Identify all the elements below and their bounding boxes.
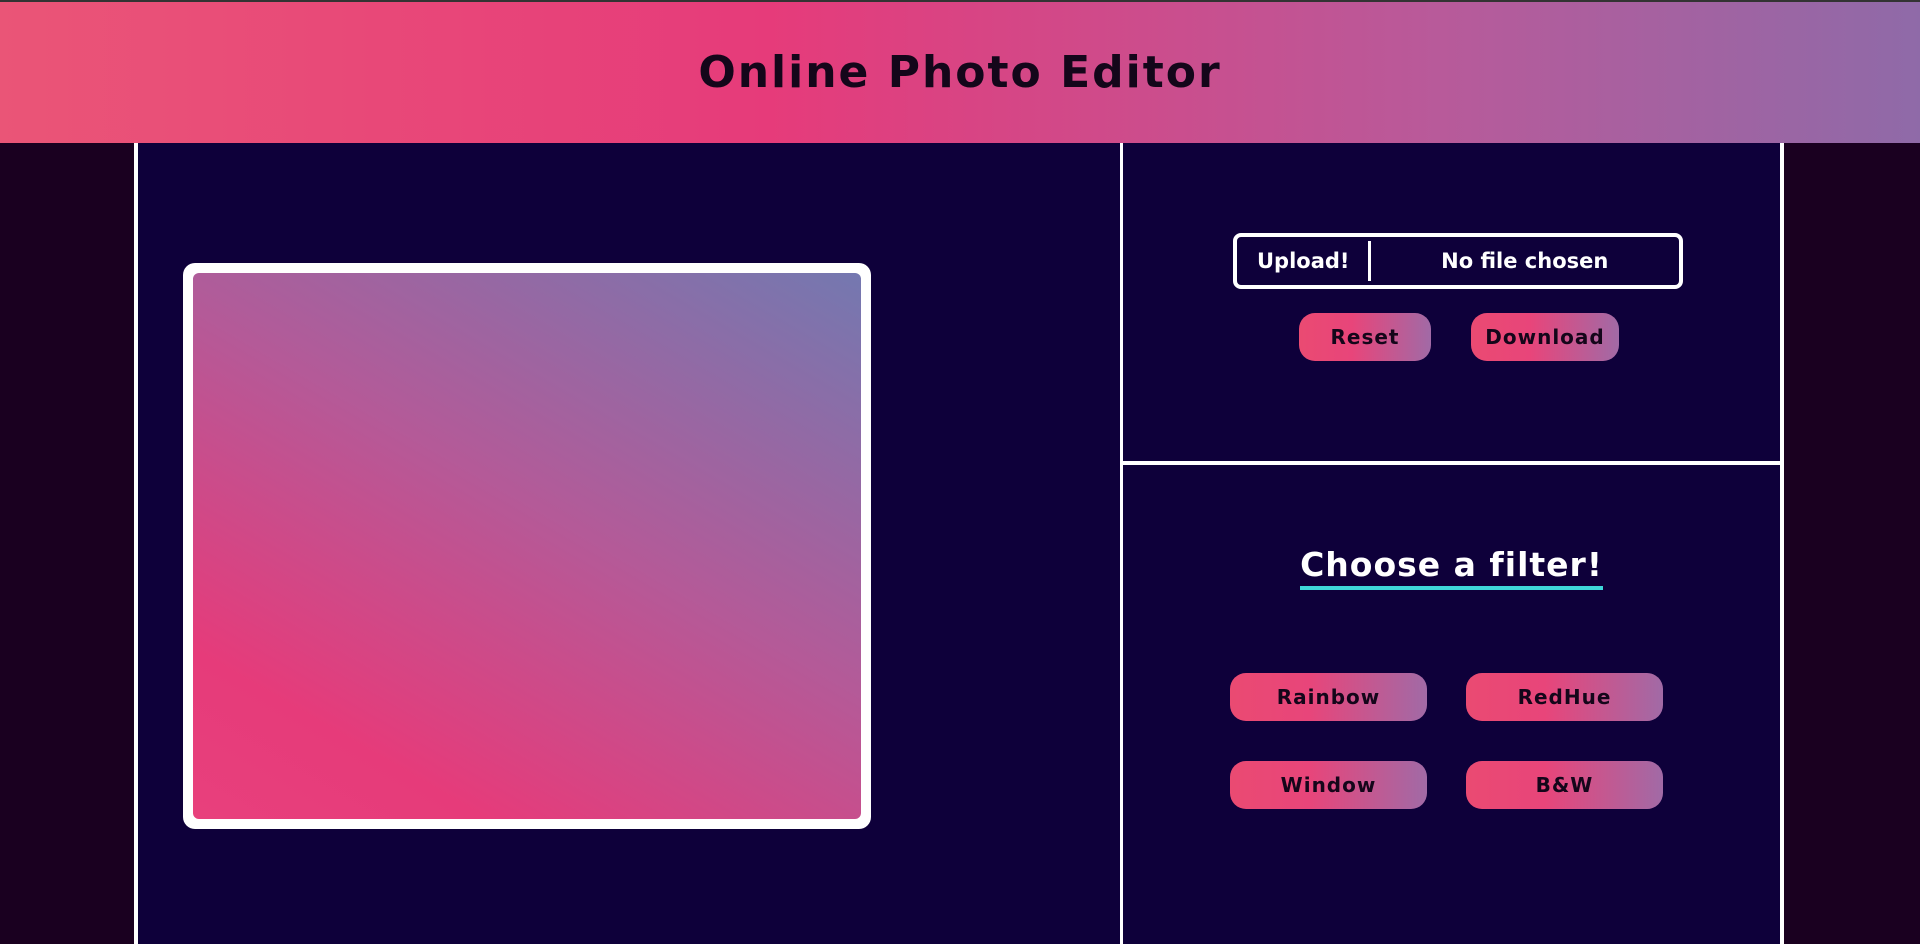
reset-button[interactable]: Reset: [1299, 313, 1431, 361]
filter-heading-wrap: Choose a filter!: [1123, 545, 1780, 590]
app-header: Online Photo Editor: [0, 0, 1920, 143]
editor-container: Upload! No file chosen Reset Download Ch…: [134, 143, 1784, 944]
filter-bw-button[interactable]: B&W: [1466, 761, 1663, 809]
upload-panel: Upload! No file chosen Reset Download: [1123, 143, 1780, 465]
upload-button[interactable]: Upload!: [1237, 241, 1371, 281]
file-input[interactable]: Upload! No file chosen: [1233, 233, 1683, 289]
page-title: Online Photo Editor: [698, 47, 1222, 98]
filter-heading: Choose a filter!: [1300, 545, 1603, 590]
image-canvas[interactable]: [193, 273, 861, 819]
filter-window-button[interactable]: Window: [1230, 761, 1427, 809]
file-status-text: No file chosen: [1441, 249, 1609, 273]
filter-panel: Choose a filter! Rainbow RedHue Window B…: [1123, 465, 1780, 944]
canvas-panel: [138, 143, 1123, 944]
filter-rainbow-button[interactable]: Rainbow: [1230, 673, 1427, 721]
image-canvas-frame: [183, 263, 871, 829]
download-button[interactable]: Download: [1471, 313, 1619, 361]
filter-redhue-button[interactable]: RedHue: [1466, 673, 1663, 721]
